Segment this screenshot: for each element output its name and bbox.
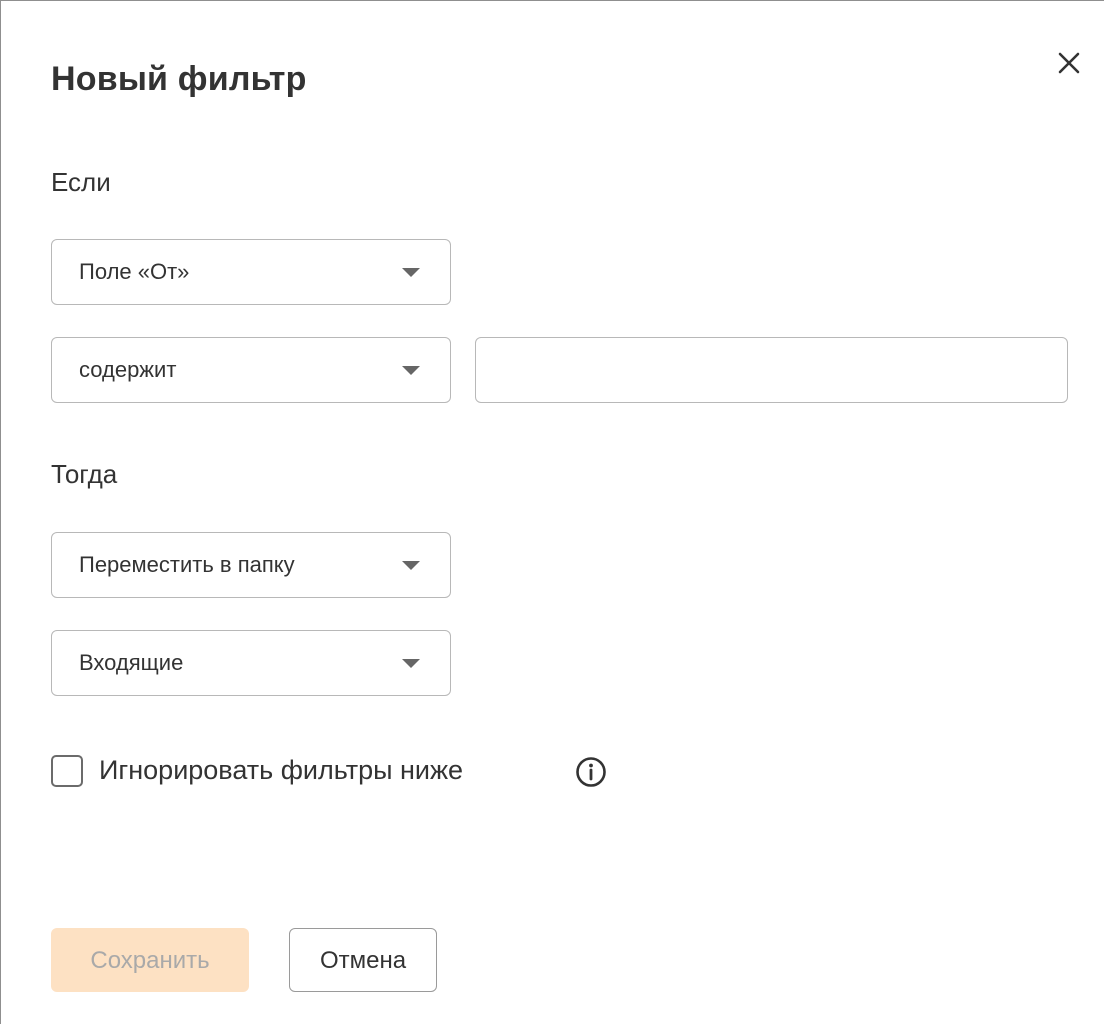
chevron-down-icon: [402, 366, 420, 375]
if-section-label: Если: [51, 167, 111, 197]
close-button[interactable]: [1047, 41, 1091, 85]
info-icon[interactable]: [573, 754, 609, 790]
chevron-down-icon: [402, 659, 420, 668]
ignore-filters-checkbox[interactable]: [51, 755, 83, 787]
ignore-filters-label[interactable]: Игнорировать фильтры ниже: [99, 751, 463, 789]
chevron-down-icon: [402, 561, 420, 570]
condition-select[interactable]: содержит: [51, 337, 451, 403]
action-select-value: Переместить в папку: [79, 552, 295, 577]
field-select[interactable]: Поле «От»: [51, 239, 451, 305]
close-icon: [1058, 52, 1080, 74]
condition-select-value: содержит: [79, 357, 177, 382]
cancel-button[interactable]: Отмена: [289, 928, 437, 992]
then-section-label: Тогда: [51, 459, 118, 489]
folder-select-value: Входящие: [79, 650, 184, 675]
save-button[interactable]: Сохранить: [51, 928, 249, 992]
condition-value-input[interactable]: [475, 337, 1068, 403]
chevron-down-icon: [402, 268, 420, 277]
dialog-title: Новый фильтр: [51, 60, 307, 98]
folder-select[interactable]: Входящие: [51, 630, 451, 696]
action-select[interactable]: Переместить в папку: [51, 532, 451, 598]
field-select-value: Поле «От»: [79, 259, 190, 284]
new-filter-dialog: Новый фильтр Если Поле «От» содержит Тог…: [0, 0, 1104, 1024]
